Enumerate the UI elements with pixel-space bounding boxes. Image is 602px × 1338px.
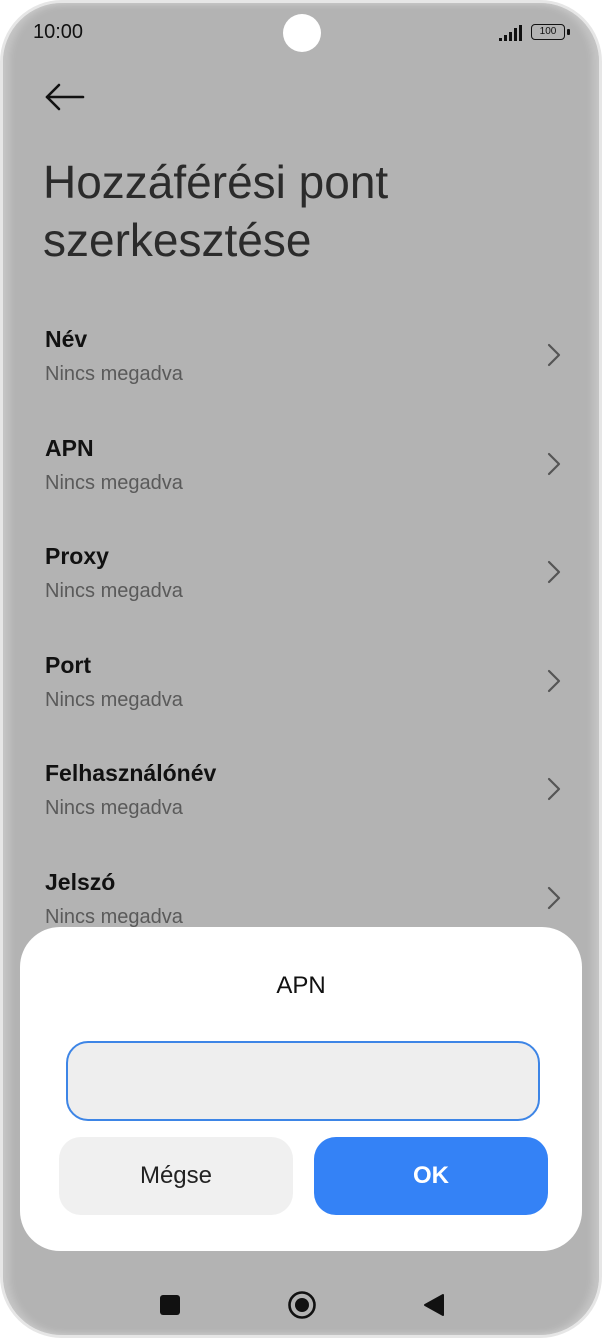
phone-screen: 10:00 100 Hozzáférési pont szerkesztése … [0, 0, 602, 1338]
setting-label: APN [45, 434, 94, 461]
apn-input[interactable] [66, 1041, 540, 1121]
back-triangle-icon[interactable] [423, 1293, 445, 1317]
chevron-right-icon [547, 669, 561, 692]
home-circle-icon[interactable] [287, 1290, 317, 1320]
setting-item-proxy[interactable]: Proxy Nincs megadva [3, 538, 599, 647]
setting-value: Nincs megadva [45, 797, 183, 820]
setting-value: Nincs megadva [45, 471, 183, 494]
battery-tip [567, 29, 570, 35]
front-camera [283, 14, 321, 52]
setting-item-name[interactable]: Név Nincs megadva [3, 321, 599, 430]
chevron-right-icon [547, 561, 561, 584]
setting-value: Nincs megadva [45, 363, 183, 385]
setting-label: Felhasználónév [45, 760, 217, 787]
setting-value: Nincs megadva [45, 580, 183, 603]
ok-button[interactable]: OK [314, 1137, 548, 1215]
setting-label: Proxy [45, 543, 109, 570]
apn-settings-list: Név Nincs megadva APN Nincs megadva Prox… [3, 321, 599, 973]
setting-item-port[interactable]: Port Nincs megadva [3, 647, 599, 756]
setting-label: Port [45, 651, 91, 678]
setting-item-apn[interactable]: APN Nincs megadva [3, 430, 599, 539]
arrow-left-icon[interactable] [43, 79, 87, 115]
chevron-right-icon [547, 886, 561, 910]
status-time: 10:00 [33, 21, 84, 43]
signal-icon [499, 25, 522, 41]
recents-square-icon[interactable] [160, 1295, 180, 1315]
setting-value: Nincs megadva [45, 688, 183, 711]
cancel-button[interactable]: Mégse [59, 1137, 293, 1215]
page-title: Hozzáférési pont szerkesztése [43, 156, 389, 266]
dialog-title: APN [276, 972, 326, 999]
chevron-right-icon [547, 343, 561, 367]
setting-value: Nincs megadva [45, 905, 183, 928]
setting-item-username[interactable]: Felhasználónév Nincs megadva [3, 755, 599, 864]
setting-label: Név [45, 326, 88, 352]
chevron-right-icon [547, 778, 561, 801]
battery-icon: 100 [531, 24, 565, 40]
setting-label: Jelszó [45, 868, 116, 895]
apn-dialog: APN Mégse OK [20, 927, 582, 1251]
chevron-right-icon [547, 452, 561, 475]
